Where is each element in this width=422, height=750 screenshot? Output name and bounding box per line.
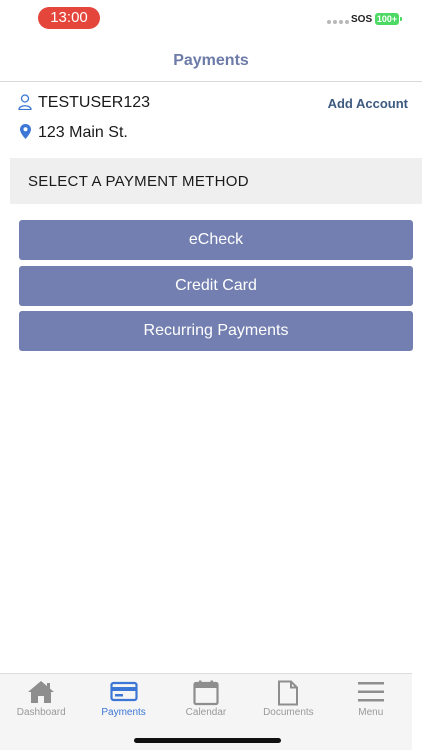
status-bar: 13:00 SOS 100+ <box>0 0 422 38</box>
tab-label: Dashboard <box>16 707 66 718</box>
tab-documents[interactable]: Documents <box>247 674 329 730</box>
document-icon <box>278 680 299 706</box>
status-time: 13:00 <box>38 7 100 29</box>
account-address: 123 Main St. <box>38 124 128 141</box>
tab-calendar[interactable]: Calendar <box>165 674 247 730</box>
add-account-link[interactable]: Add Account <box>328 96 408 111</box>
credit-card-icon <box>109 681 138 702</box>
tab-label: Menu <box>358 707 384 718</box>
nav-header: Payments <box>0 40 422 82</box>
home-indicator <box>134 738 281 743</box>
account-username: TESTUSER123 <box>38 94 151 111</box>
recurring-payments-button[interactable]: Recurring Payments <box>19 311 413 351</box>
tab-menu[interactable]: Menu <box>330 674 412 730</box>
location-pin-icon <box>20 124 31 139</box>
signal-icon <box>327 20 349 24</box>
tab-payments[interactable]: Payments <box>82 674 164 730</box>
tab-label: Payments <box>101 707 146 718</box>
account-row: TESTUSER123 Add Account <box>18 92 408 116</box>
home-icon <box>28 681 55 703</box>
echeck-button[interactable]: eCheck <box>19 220 413 260</box>
user-icon <box>18 94 32 110</box>
menu-icon <box>357 682 384 702</box>
battery-icon: 100+ <box>375 13 402 25</box>
address-row: 123 Main St. <box>18 122 318 146</box>
credit-card-button[interactable]: Credit Card <box>19 266 413 306</box>
calendar-icon <box>193 680 219 706</box>
section-header: SELECT A PAYMENT METHOD <box>10 158 422 204</box>
carrier-label: SOS <box>351 14 373 25</box>
tab-label: Calendar <box>185 707 227 718</box>
tab-label: Documents <box>263 707 314 718</box>
section-title: SELECT A PAYMENT METHOD <box>28 173 249 190</box>
tab-dashboard[interactable]: Dashboard <box>0 674 82 730</box>
page-title: Payments <box>173 52 249 69</box>
